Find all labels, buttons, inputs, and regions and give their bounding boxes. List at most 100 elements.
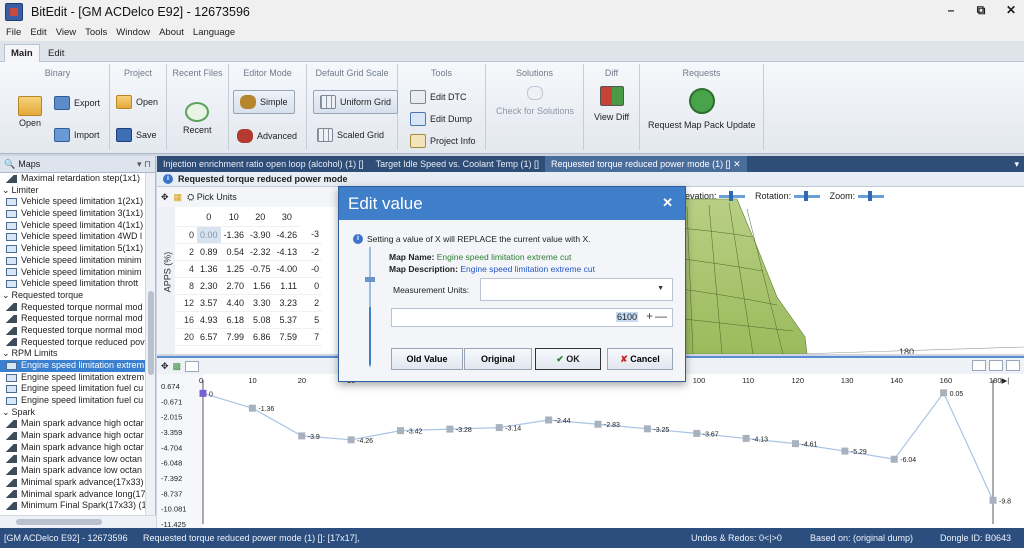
scroll-thumb[interactable] <box>16 519 102 525</box>
measurement-units-select[interactable]: ▼ <box>480 278 673 301</box>
doc-tab-requested-torque[interactable]: Requested torque reduced power mode (1) … <box>545 156 747 172</box>
value-graph[interactable]: 0.674 -0.671 -2.015 -3.359 -4.704 -6.048 -7.39… <box>157 374 1024 528</box>
table-cell[interactable]: 6.18 <box>220 311 248 329</box>
tree-item[interactable]: Minimal spark advance long(17 <box>0 489 146 501</box>
tab-edit[interactable]: Edit <box>41 44 71 62</box>
table-view-icon[interactable] <box>972 360 986 371</box>
tree-item[interactable]: Vehicle speed limitation minim <box>0 255 146 267</box>
tree-item[interactable]: Vehicle speed limitation 3(1x1) <box>0 208 146 220</box>
uniform-grid-button[interactable]: Uniform Grid <box>313 90 399 114</box>
table-cell[interactable]: -3.90 <box>247 226 274 244</box>
tree-item[interactable]: Engine speed limitation extrem <box>0 372 146 384</box>
chart-icon[interactable]: ▦ <box>174 192 183 203</box>
move-icon[interactable]: ✥ <box>161 361 169 372</box>
tree-horizontal-scrollbar[interactable] <box>0 515 156 528</box>
zoom-slider[interactable] <box>857 191 884 202</box>
tree-item[interactable]: Requested torque normal mod <box>0 302 146 314</box>
pick-units-button[interactable]: ⛭ Pick Units <box>187 192 237 203</box>
table-cell[interactable]: 1.11 <box>273 277 301 295</box>
minimize-button[interactable]: – <box>944 3 958 18</box>
tree-category[interactable]: ⌄ Spark <box>0 407 146 419</box>
elevation-control[interactable]: Elevation: <box>677 191 746 202</box>
tree-item[interactable]: Engine speed limitation extrem <box>0 360 146 372</box>
expand-icon[interactable]: ⌄ <box>2 348 10 360</box>
view-diff-button[interactable]: View Diff <box>594 86 629 122</box>
tree-item[interactable]: Vehicle speed limitation 4WD l <box>0 231 146 243</box>
tree-item[interactable]: Main spark advance low octan <box>0 454 146 466</box>
table-cell[interactable]: 7.99 <box>220 328 248 346</box>
move-icon[interactable]: ✥ <box>161 192 169 203</box>
table-cell[interactable]: 6.57 <box>197 328 221 346</box>
line-view-icon[interactable] <box>989 360 1003 371</box>
rotation-slider[interactable] <box>793 191 820 202</box>
menu-file[interactable]: File <box>6 27 21 38</box>
tree-vertical-scrollbar[interactable] <box>145 173 155 515</box>
tab-main[interactable]: Main <box>4 44 40 62</box>
menu-about[interactable]: About <box>159 27 184 38</box>
close-tab-icon[interactable]: ✕ <box>733 159 741 169</box>
menu-view[interactable]: View <box>56 27 76 38</box>
table-cell[interactable]: -2 <box>300 243 323 261</box>
table-cell[interactable]: -1.36 <box>220 226 248 244</box>
scaled-grid-button[interactable]: Scaled Grid <box>317 128 384 142</box>
import-button[interactable]: Import <box>54 128 100 142</box>
table-cell[interactable]: 4.40 <box>220 294 248 312</box>
restore-button[interactable]: ⧉ <box>974 3 988 18</box>
tree-item[interactable]: Vehicle speed limitation thrott <box>0 278 146 290</box>
tree-item[interactable]: Requested torque normal mod <box>0 313 146 325</box>
old-value-button[interactable]: Old Value <box>391 348 463 370</box>
tree-item[interactable]: Requested torque normal mod <box>0 325 146 337</box>
table-cell[interactable]: 4.93 <box>197 311 221 329</box>
table-cell[interactable]: -4.00 <box>273 260 301 278</box>
menu-language[interactable]: Language <box>193 27 235 38</box>
table-cell[interactable]: 5 <box>300 311 323 329</box>
expand-icon[interactable]: ⌄ <box>2 290 10 302</box>
edit-dump-button[interactable]: Edit Dump <box>410 112 472 126</box>
table-cell[interactable]: -2.32 <box>247 243 274 261</box>
scroll-thumb[interactable] <box>148 291 154 375</box>
table-cell[interactable]: -0.75 <box>247 260 274 278</box>
tabs-overflow-icon[interactable]: ▾ <box>1014 159 1019 170</box>
table-cell[interactable]: 0.00 <box>197 226 221 244</box>
cancel-button[interactable]: ✘ Cancel <box>607 348 673 370</box>
table-cell[interactable]: 1.36 <box>197 260 221 278</box>
table-cell[interactable]: 2.70 <box>220 277 248 295</box>
tree-item[interactable]: Main spark advance high octar <box>0 418 146 430</box>
edit-dtc-button[interactable]: Edit DTC <box>410 90 467 104</box>
tree-item[interactable]: Vehicle speed limitation 4(1x1) <box>0 220 146 232</box>
table-cell[interactable]: 0.89 <box>197 243 221 261</box>
tree-category[interactable]: ⌄ Limiter <box>0 185 146 197</box>
expand-icon[interactable]: ⌄ <box>2 407 10 419</box>
request-map-pack-button[interactable]: Request Map Pack Update <box>648 88 756 130</box>
grid-view-icon[interactable] <box>185 360 200 372</box>
table-cell[interactable]: 2 <box>300 294 323 312</box>
simple-mode-button[interactable]: Simple <box>233 90 295 114</box>
advanced-mode-button[interactable]: Advanced <box>237 129 297 143</box>
tree-item[interactable]: Vehicle speed limitation 1(2x1) <box>0 196 146 208</box>
table-cell[interactable]: 5.08 <box>247 311 274 329</box>
value-input[interactable]: 6100 +— <box>391 308 673 327</box>
menu-edit[interactable]: Edit <box>30 27 46 38</box>
tree-item[interactable]: Main spark advance high octar <box>0 430 146 442</box>
zoom-control[interactable]: Zoom: <box>830 191 884 202</box>
table-cell[interactable]: 1.56 <box>247 277 274 295</box>
dialog-close-button[interactable]: ✕ <box>662 195 673 211</box>
table-cell[interactable]: -4.26 <box>273 226 301 244</box>
table-cell[interactable]: -4.13 <box>273 243 301 261</box>
table-cell[interactable]: 5.37 <box>273 311 301 329</box>
tree-item[interactable]: Engine speed limitation fuel cu <box>0 395 146 407</box>
project-info-button[interactable]: Project Info <box>410 134 476 148</box>
table-cell[interactable]: -0 <box>300 260 323 278</box>
save-button[interactable]: Save <box>116 128 157 142</box>
export-button[interactable]: Export <box>54 96 100 110</box>
tree-item[interactable]: Minimal spark advance(17x33) <box>0 477 146 489</box>
check-solutions-button[interactable]: Check for Solutions <box>496 86 574 116</box>
doc-tab-idle-speed[interactable]: Target Idle Speed vs. Coolant Temp (1) [… <box>370 156 545 172</box>
table-cell[interactable]: -3 <box>300 226 323 244</box>
table-cell[interactable]: 7 <box>300 328 323 346</box>
tree-category[interactable]: ⌄ RPM Limits <box>0 348 146 360</box>
table-cell[interactable]: 2.30 <box>197 277 221 295</box>
doc-tab-injection[interactable]: Injection enrichment ratio open loop (al… <box>157 156 370 172</box>
table-cell[interactable]: 6.86 <box>247 328 274 346</box>
table-cell[interactable]: 1.25 <box>220 260 248 278</box>
